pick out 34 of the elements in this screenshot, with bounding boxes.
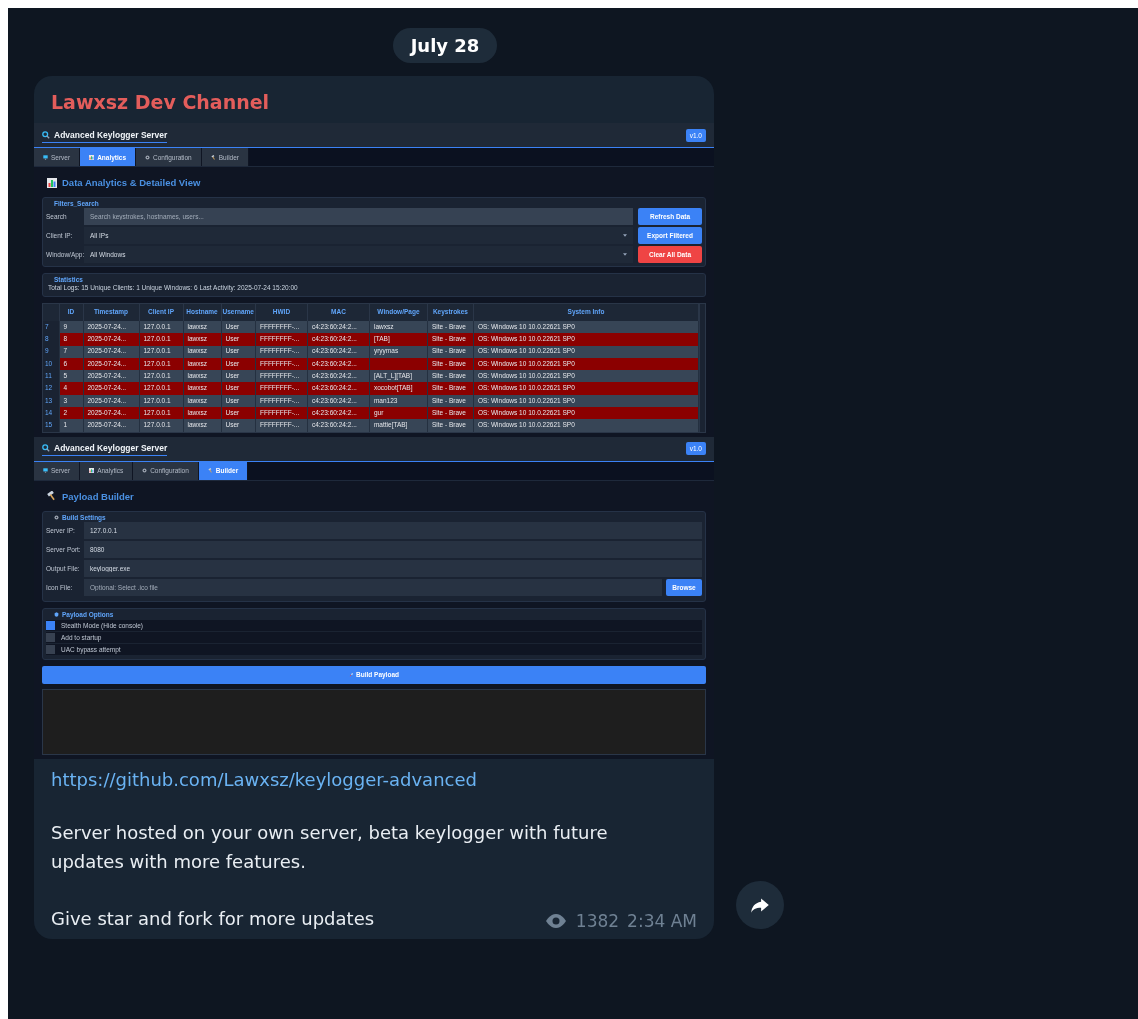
shield-icon xyxy=(54,611,59,617)
checkbox[interactable] xyxy=(46,620,55,630)
window-title: Advanced Keylogger Server xyxy=(54,443,168,454)
caret-icon xyxy=(623,234,627,237)
section-heading: Data Analytics & Detailed View xyxy=(62,177,201,188)
chart-icon xyxy=(89,468,95,474)
chart-icon xyxy=(89,154,95,160)
search-icon xyxy=(42,130,50,139)
message-time: 2:34 AM xyxy=(627,910,697,931)
caret-icon xyxy=(623,253,627,256)
monitor-icon xyxy=(43,468,48,474)
link[interactable]: https://github.com/Lawxsz/keylogger-advanced xyxy=(51,768,477,790)
hammer-icon xyxy=(207,468,213,474)
scrollbar[interactable] xyxy=(699,304,705,432)
window-title: Advanced Keylogger Server xyxy=(54,129,168,140)
search-icon xyxy=(42,444,50,453)
date-pill: July 28 xyxy=(392,28,498,63)
share-button[interactable] xyxy=(736,880,784,929)
chart-icon xyxy=(47,177,57,188)
rocket-icon xyxy=(349,672,354,678)
hammer-icon xyxy=(210,154,216,160)
message-text: Give star and fork for more updates xyxy=(51,906,375,931)
section-heading: Payload Builder xyxy=(62,490,134,502)
channel-name[interactable]: Lawxsz Dev Channel xyxy=(34,76,714,123)
message-text: Server hosted on your own server, beta keylogger with future updates with more features. xyxy=(51,820,609,874)
hammer-icon xyxy=(47,491,57,502)
monitor-icon xyxy=(43,154,48,160)
gear-icon xyxy=(54,514,59,520)
gear-icon xyxy=(142,468,148,474)
gear-icon xyxy=(145,154,151,160)
view-count: 1382 xyxy=(575,910,620,931)
checkbox[interactable] xyxy=(46,644,55,654)
checkbox[interactable] xyxy=(46,632,55,642)
eye-icon xyxy=(543,912,568,929)
